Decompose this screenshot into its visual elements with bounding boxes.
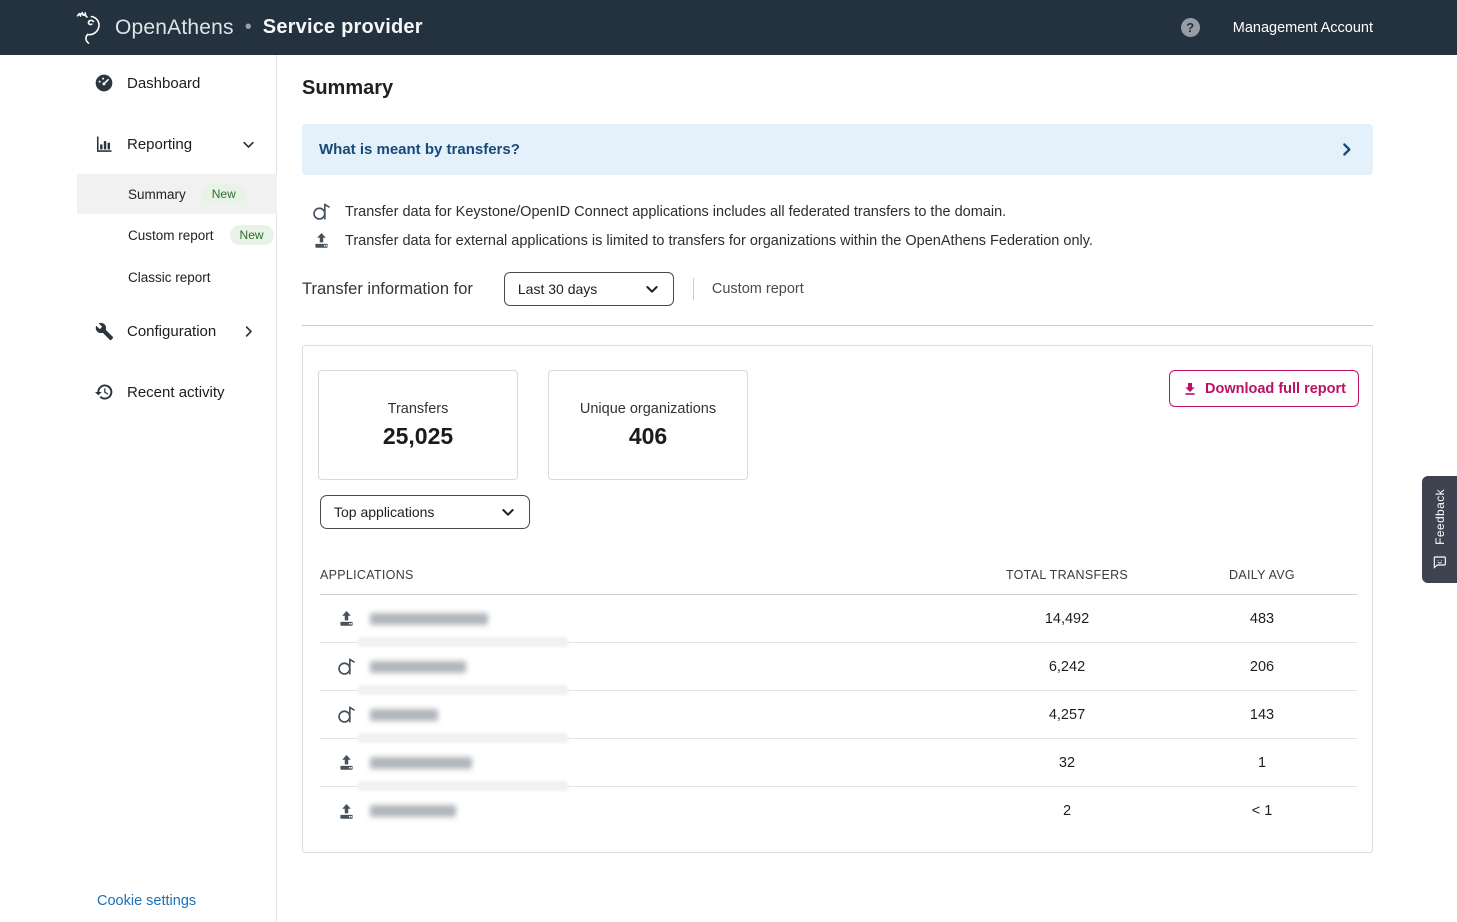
filter-label: Transfer information for bbox=[302, 280, 473, 299]
total-transfers-value: 14,492 bbox=[967, 611, 1167, 627]
stat-label: Unique organizations bbox=[580, 401, 716, 417]
download-full-report-button[interactable]: Download full report bbox=[1169, 370, 1359, 407]
sidebar-item-label: Recent activity bbox=[127, 384, 225, 401]
upload-icon bbox=[335, 609, 357, 628]
sidebar-item-label: Configuration bbox=[127, 323, 216, 340]
table-row: 2 < 1 bbox=[320, 787, 1357, 835]
upload-icon bbox=[310, 231, 332, 250]
note-keystone: Transfer data for Keystone/OpenID Connec… bbox=[310, 201, 1006, 222]
daily-avg-value: 483 bbox=[1167, 611, 1357, 627]
transfers-info-banner[interactable]: What is meant by transfers? bbox=[302, 124, 1373, 175]
sidebar-item-label: Custom report bbox=[128, 228, 214, 243]
chevron-right-icon bbox=[1338, 141, 1355, 158]
note-external: Transfer data for external applications … bbox=[310, 231, 1093, 250]
stat-value: 406 bbox=[629, 423, 667, 450]
stat-card-transfers: Transfers 25,025 bbox=[318, 370, 518, 480]
chevron-down-icon bbox=[500, 504, 516, 520]
table-header-row: APPLICATIONS TOTAL TRANSFERS DAILY AVG bbox=[320, 568, 1357, 595]
applications-filter-value: Top applications bbox=[334, 504, 434, 520]
brand: OpenAthens • Service provider bbox=[72, 8, 423, 48]
chevron-down-icon bbox=[644, 281, 660, 297]
daily-avg-value: 206 bbox=[1167, 659, 1357, 675]
sidebar-item-label: Dashboard bbox=[127, 75, 200, 92]
brand-separator: • bbox=[245, 16, 252, 39]
sidebar-item-label: Summary bbox=[128, 187, 186, 202]
main-content: Summary What is meant by transfers? Tran… bbox=[277, 55, 1457, 922]
stat-card-unique-organizations: Unique organizations 406 bbox=[548, 370, 748, 480]
daily-avg-value: 143 bbox=[1167, 707, 1357, 723]
keystone-icon bbox=[335, 656, 357, 677]
column-header-total-transfers: TOTAL TRANSFERS bbox=[967, 568, 1167, 582]
table-row: 14,492 483 bbox=[320, 595, 1357, 643]
openathens-logo-icon bbox=[72, 8, 106, 48]
history-icon bbox=[94, 382, 114, 402]
account-menu[interactable]: Management Account bbox=[1233, 20, 1373, 36]
chevron-right-icon bbox=[241, 324, 256, 339]
sidebar-item-summary[interactable]: Summary New bbox=[77, 174, 277, 214]
redacted-application-name bbox=[370, 709, 438, 721]
wrench-icon bbox=[94, 322, 114, 341]
bar-chart-icon bbox=[94, 134, 114, 154]
dashboard-icon bbox=[94, 73, 114, 93]
redacted-application-name bbox=[370, 757, 472, 769]
page-title: Summary bbox=[302, 77, 393, 100]
sidebar: Dashboard Reporting Summary New Custom r… bbox=[0, 55, 277, 922]
redacted-application-name bbox=[370, 661, 466, 673]
report-card: Transfers 25,025 Unique organizations 40… bbox=[302, 345, 1373, 853]
sidebar-item-custom-report[interactable]: Custom report New bbox=[0, 215, 276, 255]
table-row: 6,242 206 bbox=[320, 643, 1357, 691]
brand-name: OpenAthens bbox=[115, 16, 234, 40]
keystone-icon bbox=[310, 201, 332, 222]
note-text: Transfer data for external applications … bbox=[345, 233, 1093, 249]
keystone-icon bbox=[335, 704, 357, 725]
stat-value: 25,025 bbox=[383, 423, 453, 450]
download-icon bbox=[1182, 381, 1198, 397]
total-transfers-value: 2 bbox=[967, 803, 1167, 819]
sidebar-item-reporting[interactable]: Reporting bbox=[0, 129, 276, 159]
applications-table: APPLICATIONS TOTAL TRANSFERS DAILY AVG 1… bbox=[320, 568, 1357, 835]
total-transfers-value: 4,257 bbox=[967, 707, 1167, 723]
new-badge: New bbox=[202, 184, 246, 204]
total-transfers-value: 32 bbox=[967, 755, 1167, 771]
divider bbox=[302, 325, 1373, 326]
table-row: 32 1 bbox=[320, 739, 1357, 787]
brand-product: Service provider bbox=[263, 16, 423, 39]
table-row: 4,257 143 bbox=[320, 691, 1357, 739]
feedback-chat-icon bbox=[1432, 554, 1448, 570]
download-label: Download full report bbox=[1205, 381, 1346, 397]
divider bbox=[693, 278, 694, 300]
upload-icon bbox=[335, 753, 357, 772]
custom-report-link[interactable]: Custom report bbox=[712, 281, 804, 297]
app-header: OpenAthens • Service provider ? Manageme… bbox=[0, 0, 1457, 55]
new-badge: New bbox=[230, 225, 274, 245]
applications-filter-select[interactable]: Top applications bbox=[320, 495, 530, 529]
sidebar-item-configuration[interactable]: Configuration bbox=[0, 316, 276, 346]
banner-text: What is meant by transfers? bbox=[319, 141, 520, 158]
sidebar-item-recent-activity[interactable]: Recent activity bbox=[0, 377, 276, 407]
upload-icon bbox=[335, 802, 357, 821]
redacted-application-name bbox=[370, 805, 456, 817]
feedback-tab[interactable]: Feedback bbox=[1422, 476, 1457, 583]
stat-label: Transfers bbox=[388, 401, 449, 417]
note-text: Transfer data for Keystone/OpenID Connec… bbox=[345, 204, 1006, 220]
column-header-applications: APPLICATIONS bbox=[320, 568, 967, 582]
sidebar-item-label: Reporting bbox=[127, 136, 192, 153]
date-range-select[interactable]: Last 30 days bbox=[504, 272, 674, 306]
sidebar-item-dashboard[interactable]: Dashboard bbox=[0, 68, 276, 98]
cookie-settings-link[interactable]: Cookie settings bbox=[97, 893, 196, 909]
daily-avg-value: 1 bbox=[1167, 755, 1357, 771]
redacted-application-name bbox=[370, 613, 488, 625]
sidebar-item-label: Classic report bbox=[128, 270, 211, 285]
chevron-down-icon bbox=[241, 137, 256, 152]
column-header-daily-avg: DAILY AVG bbox=[1167, 568, 1357, 582]
help-icon[interactable]: ? bbox=[1181, 18, 1200, 37]
total-transfers-value: 6,242 bbox=[967, 659, 1167, 675]
sidebar-item-classic-report[interactable]: Classic report bbox=[0, 257, 276, 297]
feedback-label: Feedback bbox=[1433, 489, 1447, 545]
date-range-value: Last 30 days bbox=[518, 281, 597, 297]
daily-avg-value: < 1 bbox=[1167, 803, 1357, 819]
